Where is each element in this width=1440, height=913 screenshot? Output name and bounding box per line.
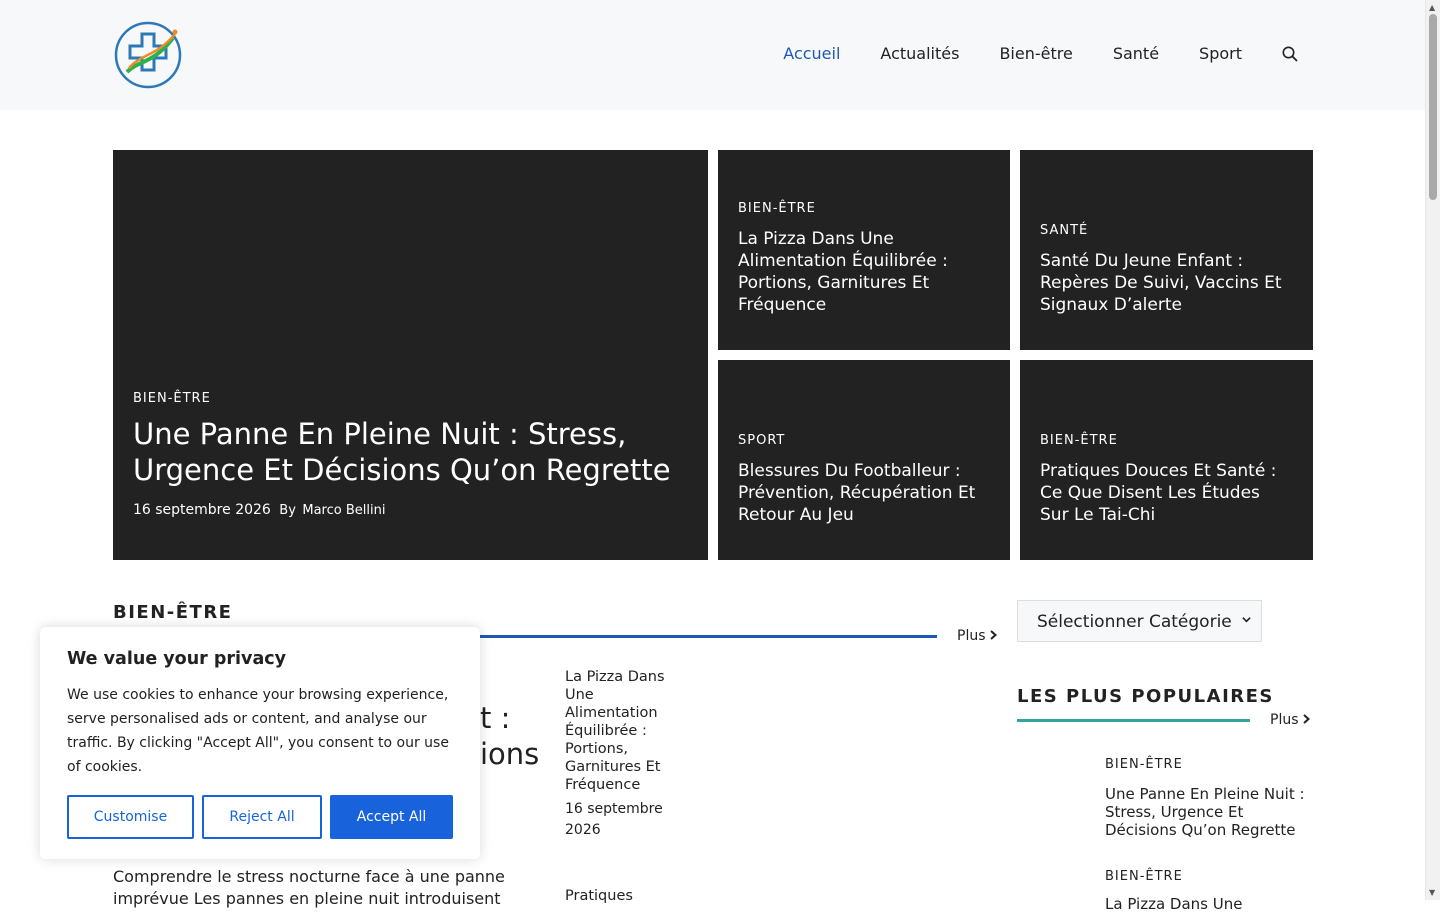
section-title: BIEN-ÊTRE [113, 602, 233, 623]
popular-item-title[interactable]: La Pizza Dans Une [1105, 895, 1315, 913]
hero-main-content: BIEN-ÊTRE Une Panne En Pleine Nuit : Str… [133, 391, 688, 518]
nav-sport[interactable]: Sport [1199, 44, 1242, 63]
post-category[interactable]: BIEN-ÊTRE [1040, 433, 1293, 448]
more-label: Plus [957, 628, 986, 644]
list-post-date: 16 septembre 2026 [565, 801, 663, 838]
main-nav: Accueil Actualités Bien-être Santé Sport [743, 44, 1298, 63]
popular-divider [1017, 719, 1250, 722]
scroll-up-icon[interactable]: ▲ [1429, 3, 1435, 12]
popular-title: LES PLUS POPULAIRES [1017, 686, 1274, 707]
cookie-banner: We value your privacy We use cookies to … [40, 627, 480, 859]
category-select[interactable]: Sélectionner Catégorie [1017, 600, 1262, 642]
chevron-right-icon [990, 630, 997, 640]
list-post-title[interactable]: La Pizza Dans Une Alimentation Équilibré… [565, 668, 685, 794]
post-meta: 16 septembre 2026 By Marco Bellini [133, 502, 688, 518]
reject-all-button[interactable]: Reject All [202, 795, 322, 839]
post-category[interactable]: SANTÉ [1040, 223, 1293, 238]
hero-tile-content: SANTÉ Santé Du Jeune Enfant : Repères De… [1040, 223, 1293, 316]
nav-bien-etre[interactable]: Bien-être [999, 44, 1072, 63]
chevron-right-icon [1303, 714, 1310, 724]
popular-item-title[interactable]: Une Panne En Pleine Nuit : Stress, Urgen… [1105, 785, 1315, 839]
site-logo[interactable] [113, 20, 183, 90]
post-title[interactable]: Pratiques Douces Et Santé : Ce Que Disen… [1040, 460, 1293, 526]
hero-tile-content: BIEN-ÊTRE Pratiques Douces Et Santé : Ce… [1040, 433, 1293, 526]
post-author[interactable]: Marco Bellini [302, 503, 385, 518]
search-icon[interactable] [1282, 46, 1298, 62]
post-title[interactable]: Santé Du Jeune Enfant : Repères De Suivi… [1040, 250, 1293, 316]
chevron-down-icon [1242, 617, 1251, 623]
customise-button[interactable]: Customise [67, 795, 194, 839]
hero-tile-content: SPORT Blessures Du Footballeur : Prévent… [738, 433, 990, 526]
post-title[interactable]: Une Panne En Pleine Nuit : Stress, Urgen… [133, 416, 688, 488]
medical-cross-logo-icon [114, 21, 182, 89]
post-category[interactable]: SPORT [738, 433, 990, 448]
nav-sante[interactable]: Santé [1113, 44, 1159, 63]
popular-item-category[interactable]: BIEN-ÊTRE [1105, 757, 1183, 772]
hero-tile-1[interactable]: BIEN-ÊTRE La Pizza Dans Une Alimentation… [718, 150, 1010, 350]
popular-item-category[interactable]: BIEN-ÊTRE [1105, 869, 1183, 884]
post-by-label: By [279, 503, 296, 518]
featured-post-excerpt: Comprendre le stress nocturne face à une… [113, 867, 505, 908]
cookie-text: We use cookies to enhance your browsing … [67, 687, 449, 775]
list-post-title[interactable]: Pratiques [565, 888, 633, 904]
hero-tile-3[interactable]: SPORT Blessures Du Footballeur : Prévent… [718, 360, 1010, 560]
featured-post-title[interactable]: t : ions [480, 700, 539, 772]
hero-tile-4[interactable]: BIEN-ÊTRE Pratiques Douces Et Santé : Ce… [1020, 360, 1313, 560]
post-category[interactable]: BIEN-ÊTRE [133, 391, 688, 406]
hero-main-post[interactable]: BIEN-ÊTRE Une Panne En Pleine Nuit : Str… [113, 150, 708, 560]
cookie-title: We value your privacy [67, 649, 287, 669]
post-category[interactable]: BIEN-ÊTRE [738, 201, 990, 216]
nav-actualites[interactable]: Actualités [880, 44, 959, 63]
nav-accueil[interactable]: Accueil [783, 44, 840, 63]
accept-all-button[interactable]: Accept All [330, 795, 453, 839]
post-date: 16 septembre 2026 [133, 502, 271, 518]
popular-more-link[interactable]: Plus [1270, 712, 1310, 728]
site-header: Accueil Actualités Bien-être Santé Sport [0, 0, 1426, 110]
category-select-value: Sélectionner Catégorie [1037, 612, 1232, 632]
scroll-down-icon[interactable]: ▼ [1429, 888, 1435, 897]
scrollbar-thumb[interactable] [1429, 14, 1437, 200]
hero-tile-content: BIEN-ÊTRE La Pizza Dans Une Alimentation… [738, 201, 990, 316]
post-title[interactable]: Blessures Du Footballeur : Prévention, R… [738, 460, 990, 526]
page-scrollbar[interactable]: ▲ ▼ [1425, 0, 1440, 900]
post-title[interactable]: La Pizza Dans Une Alimentation Équilibré… [738, 228, 990, 316]
hero-tile-2[interactable]: SANTÉ Santé Du Jeune Enfant : Repères De… [1020, 150, 1313, 350]
section-more-link[interactable]: Plus [957, 628, 997, 644]
more-label: Plus [1270, 712, 1299, 728]
